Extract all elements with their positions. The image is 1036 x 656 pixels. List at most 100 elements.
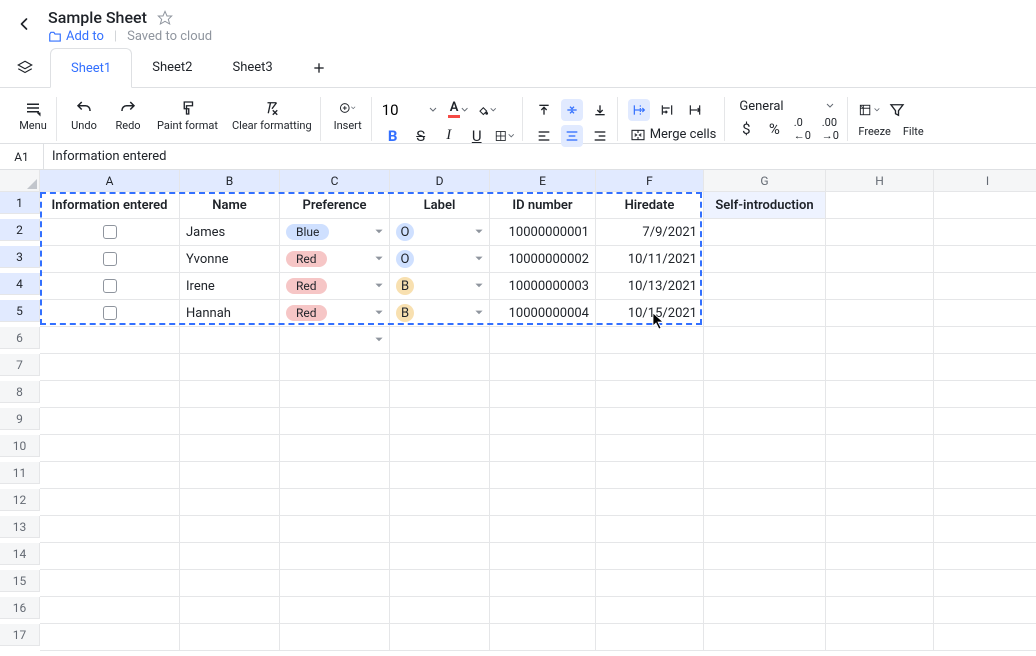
header-cell[interactable]: Self-introduction: [704, 192, 826, 219]
cell[interactable]: Yvonne: [180, 246, 280, 273]
cell[interactable]: [280, 408, 390, 435]
cell[interactable]: [390, 408, 490, 435]
column-header[interactable]: C: [280, 170, 390, 192]
borders-button[interactable]: [494, 125, 516, 147]
checkbox[interactable]: [103, 252, 117, 266]
cell[interactable]: Irene: [180, 273, 280, 300]
cell[interactable]: [704, 381, 826, 408]
cell[interactable]: 10/11/2021: [596, 246, 704, 273]
cell[interactable]: [704, 489, 826, 516]
cell[interactable]: [490, 327, 596, 354]
dropdown-icon[interactable]: [373, 253, 385, 265]
cell[interactable]: [826, 246, 934, 273]
cell[interactable]: [390, 570, 490, 597]
percent-button[interactable]: %: [763, 118, 785, 140]
cell[interactable]: [40, 462, 180, 489]
cell[interactable]: [490, 408, 596, 435]
cell[interactable]: [826, 300, 934, 327]
dropdown-icon[interactable]: [473, 307, 485, 319]
cell[interactable]: James: [180, 219, 280, 246]
wrap-clip-button[interactable]: [684, 99, 706, 121]
cell[interactable]: [826, 327, 934, 354]
cell[interactable]: [180, 489, 280, 516]
paint-format-button[interactable]: Paint format: [155, 97, 220, 132]
cell[interactable]: 10/13/2021: [596, 273, 704, 300]
increase-decimal-button[interactable]: .00→0: [819, 118, 841, 140]
column-header[interactable]: E: [490, 170, 596, 192]
back-icon[interactable]: [14, 14, 34, 34]
row-header[interactable]: 9: [0, 408, 40, 430]
cell[interactable]: [596, 462, 704, 489]
row-header[interactable]: 17: [0, 624, 40, 646]
cell[interactable]: [490, 462, 596, 489]
column-header[interactable]: F: [596, 170, 704, 192]
cell[interactable]: [40, 219, 180, 246]
cell[interactable]: [934, 543, 1036, 570]
add-to-button[interactable]: Add to: [48, 29, 104, 44]
valign-bottom-button[interactable]: [589, 99, 611, 121]
column-header[interactable]: B: [180, 170, 280, 192]
cell[interactable]: [390, 516, 490, 543]
cell[interactable]: [390, 327, 490, 354]
redo-button[interactable]: Redo: [111, 97, 145, 132]
cell[interactable]: [390, 435, 490, 462]
row-header[interactable]: 12: [0, 489, 40, 511]
cell[interactable]: [596, 327, 704, 354]
cell[interactable]: [826, 462, 934, 489]
row-header[interactable]: 3: [0, 246, 40, 268]
cell[interactable]: [596, 489, 704, 516]
cell[interactable]: [390, 543, 490, 570]
cell[interactable]: [390, 597, 490, 624]
select-all-corner[interactable]: [0, 170, 40, 192]
cell[interactable]: [40, 624, 180, 651]
cell[interactable]: Red: [280, 273, 390, 300]
cell[interactable]: [826, 516, 934, 543]
cell[interactable]: [40, 597, 180, 624]
valign-top-button[interactable]: [533, 99, 555, 121]
cell[interactable]: [934, 327, 1036, 354]
cell[interactable]: [180, 543, 280, 570]
cell[interactable]: [490, 543, 596, 570]
checkbox[interactable]: [103, 225, 117, 239]
add-sheet-icon[interactable]: [311, 60, 327, 76]
row-header[interactable]: 8: [0, 381, 40, 403]
cell[interactable]: [280, 597, 390, 624]
cell[interactable]: [704, 516, 826, 543]
tab-sheet3[interactable]: Sheet3: [212, 48, 292, 88]
cell[interactable]: B: [390, 273, 490, 300]
cell[interactable]: [826, 435, 934, 462]
fill-color-button[interactable]: [476, 99, 498, 121]
cell[interactable]: [934, 435, 1036, 462]
cell[interactable]: [490, 597, 596, 624]
cell[interactable]: Blue: [280, 219, 390, 246]
cell[interactable]: [826, 489, 934, 516]
cell[interactable]: [40, 354, 180, 381]
document-title[interactable]: Sample Sheet: [48, 8, 147, 27]
cell[interactable]: [704, 273, 826, 300]
clear-formatting-button[interactable]: Clear formatting: [230, 97, 314, 132]
cell[interactable]: [490, 381, 596, 408]
row-header[interactable]: 7: [0, 354, 40, 376]
cell[interactable]: [280, 516, 390, 543]
cell[interactable]: [934, 408, 1036, 435]
cell[interactable]: [490, 489, 596, 516]
cell[interactable]: [180, 381, 280, 408]
cell[interactable]: Red: [280, 300, 390, 327]
dropdown-icon[interactable]: [473, 253, 485, 265]
wrap-wrap-button[interactable]: [656, 99, 678, 121]
insert-button[interactable]: Insert: [331, 97, 365, 132]
cell[interactable]: [826, 381, 934, 408]
cell[interactable]: [180, 597, 280, 624]
cell[interactable]: [704, 300, 826, 327]
cell-reference[interactable]: A1: [0, 144, 44, 169]
cell[interactable]: [934, 381, 1036, 408]
row-header[interactable]: 6: [0, 327, 40, 349]
header-cell[interactable]: Preference: [280, 192, 390, 219]
font-size-input[interactable]: [382, 101, 442, 119]
dropdown-icon[interactable]: [373, 334, 385, 346]
cell[interactable]: [280, 327, 390, 354]
row-header[interactable]: 2: [0, 219, 40, 241]
cell[interactable]: [280, 624, 390, 651]
cell[interactable]: [934, 300, 1036, 327]
cell[interactable]: [596, 570, 704, 597]
